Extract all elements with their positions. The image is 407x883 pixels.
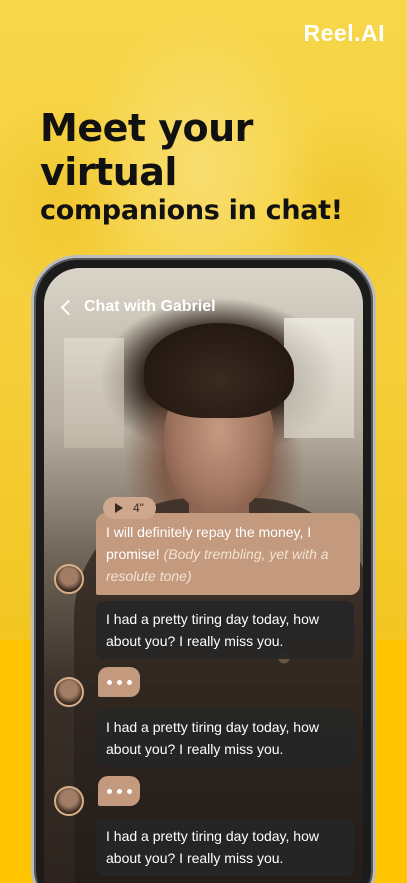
chat-header: Chat with Gabriel (59, 298, 216, 316)
headline-line-2: companions in chat! (40, 195, 343, 226)
background-window (284, 318, 354, 438)
user-message-bubble[interactable]: I had a pretty tiring day today, how abo… (96, 818, 354, 876)
typing-dot (116, 679, 122, 685)
typing-dot (116, 788, 122, 794)
voice-play-button[interactable]: 4" (103, 497, 156, 519)
back-chevron-icon[interactable] (60, 299, 77, 315)
typing-dot (106, 788, 112, 794)
typing-dot (126, 788, 132, 794)
headline-line-1: Meet your virtual (40, 106, 253, 194)
message-text: I had a pretty tiring day today, how abo… (106, 719, 319, 757)
message-text: I had a pretty tiring day today, how abo… (106, 828, 319, 866)
voice-duration: 4" (133, 501, 144, 515)
character-avatar[interactable] (54, 677, 84, 707)
message-text: I had a pretty tiring day today, how abo… (106, 611, 319, 649)
typing-dot (126, 679, 132, 685)
character-avatar[interactable] (54, 564, 84, 594)
chat-screen: Chat with Gabriel I will definitely repa… (44, 268, 363, 883)
user-message-bubble[interactable]: I had a pretty tiring day today, how abo… (96, 601, 354, 659)
user-message-bubble[interactable]: I had a pretty tiring day today, how abo… (96, 709, 354, 767)
typing-indicator (98, 776, 140, 806)
character-portrait-hair (144, 323, 294, 418)
typing-dot (106, 679, 112, 685)
character-avatar[interactable] (54, 786, 84, 816)
chat-title: Chat with Gabriel (84, 298, 216, 315)
background-window (64, 338, 124, 448)
phone-frame: Chat with Gabriel I will definitely repa… (31, 255, 376, 883)
brand-logo: Reel.AI (303, 20, 385, 46)
typing-indicator (98, 667, 140, 697)
headline: Meet your virtual companions in chat! (40, 106, 380, 228)
play-icon (115, 503, 123, 513)
character-message-bubble[interactable]: I will definitely repay the money, I pro… (96, 513, 360, 595)
